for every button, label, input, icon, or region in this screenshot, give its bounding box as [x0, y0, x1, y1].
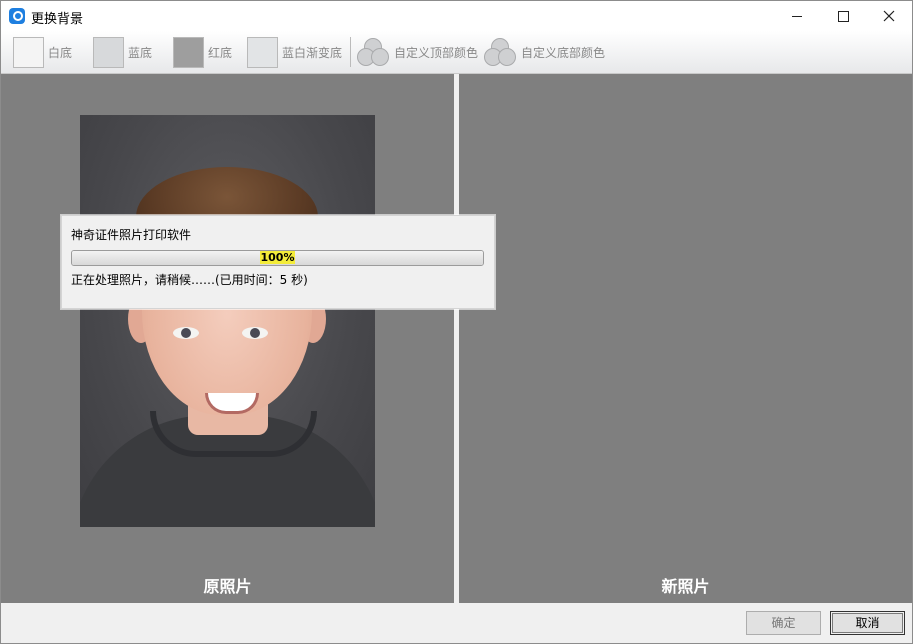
new-photo-panel: 新照片	[459, 74, 912, 603]
minimize-icon	[792, 15, 802, 17]
toolbar-separator	[350, 37, 351, 67]
maximize-button[interactable]	[820, 1, 866, 31]
custom-top-color-label: 自定义顶部颜色	[394, 45, 479, 60]
progress-dialog: 神奇证件照片打印软件 100% 正在处理照片，请稍候……(已用时间：5 秒)	[61, 215, 495, 309]
original-photo-caption: 原照片	[203, 577, 252, 596]
blue-background-label: 蓝底	[128, 45, 153, 60]
close-button[interactable]	[866, 1, 912, 31]
maximize-icon	[837, 10, 849, 22]
custom-bottom-color-label: 自定义底部颜色	[521, 45, 606, 60]
progress-bar: 100%	[71, 250, 484, 266]
red-swatch	[173, 36, 204, 68]
custom-top-color-option[interactable]: 自定义顶部颜色	[356, 36, 478, 68]
blue-background-option[interactable]: 蓝底	[93, 36, 152, 68]
bottom-bar: 确定 取消	[1, 603, 912, 643]
new-photo-caption: 新照片	[661, 577, 710, 596]
minimize-button[interactable]	[774, 1, 820, 31]
close-icon	[883, 10, 895, 22]
processing-status: 正在处理照片，请稍候……(已用时间：5 秒)	[71, 273, 308, 287]
original-photo	[80, 115, 375, 527]
gradient-background-label: 蓝白渐变底	[282, 45, 343, 60]
change-background-window: 更换背景 白底 蓝底 红底 蓝白渐变底 自定义顶部颜色 自定义底部颜色 原照片 …	[0, 0, 913, 644]
red-background-label: 红底	[208, 45, 233, 60]
color-circles-icon	[356, 37, 390, 67]
blue-swatch	[93, 36, 124, 68]
white-background-label: 白底	[48, 45, 73, 60]
white-background-option[interactable]: 白底	[13, 36, 72, 68]
progress-percent: 100%	[259, 251, 296, 264]
red-background-option[interactable]: 红底	[173, 36, 232, 68]
color-circles-icon	[483, 37, 517, 67]
app-logo-icon	[9, 8, 25, 24]
confirm-button[interactable]: 确定	[746, 611, 821, 635]
original-photo-panel: 原照片	[1, 74, 454, 603]
custom-bottom-color-option[interactable]: 自定义底部颜色	[483, 36, 605, 68]
title-bar: 更换背景	[1, 1, 912, 31]
cancel-button[interactable]: 取消	[830, 611, 905, 635]
dialog-title: 神奇证件照片打印软件	[71, 228, 192, 242]
white-swatch	[13, 36, 44, 68]
window-title: 更换背景	[31, 12, 84, 27]
gradient-swatch	[247, 36, 278, 68]
background-toolbar: 白底 蓝底 红底 蓝白渐变底 自定义顶部颜色 自定义底部颜色	[1, 31, 912, 74]
gradient-background-option[interactable]: 蓝白渐变底	[247, 36, 342, 68]
